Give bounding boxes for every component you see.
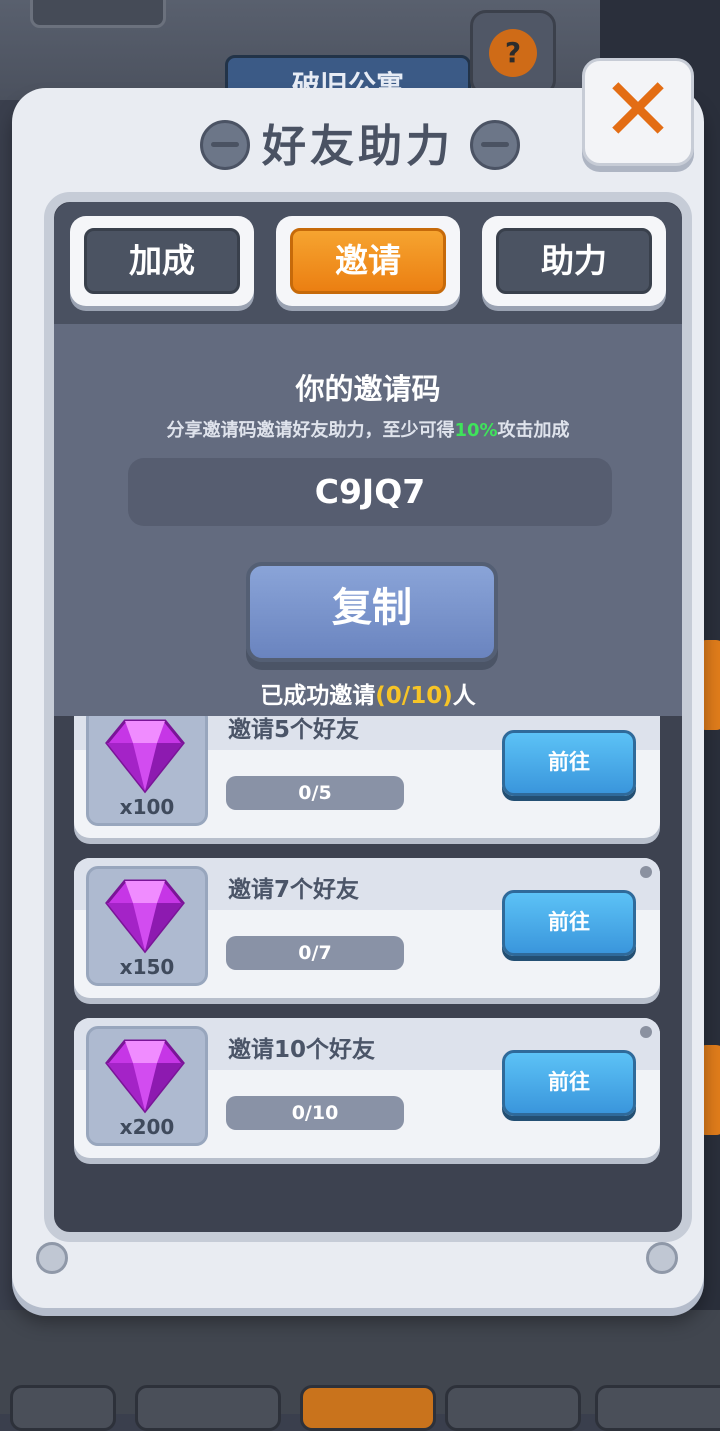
invite-code-display: C9JQ7 — [128, 458, 612, 526]
tab-label: 加成 — [84, 228, 240, 294]
bottom-nav-button — [595, 1385, 720, 1431]
close-icon: ✕ — [601, 58, 675, 161]
reward-progress-bar: 0/5 — [226, 776, 404, 810]
invite-description: 分享邀请码邀请好友助力，至少可得10%攻击加成 — [54, 416, 682, 442]
invite-code-heading: 你的邀请码 — [295, 372, 441, 406]
reward-quantity: x150 — [119, 955, 175, 979]
bottom-nav-button — [445, 1385, 581, 1431]
invited-prefix: 已成功邀请 — [260, 683, 376, 709]
reward-card: x200 邀请10个好友 0/10 前往 — [74, 1018, 660, 1158]
progress-text: 0/7 — [298, 942, 332, 964]
reward-progress-bar: 0/10 — [226, 1096, 404, 1130]
tab-assist[interactable]: 助力 — [482, 216, 666, 306]
reward-item: x150 — [86, 866, 208, 986]
reward-quantity: x100 — [119, 795, 175, 819]
reward-quantity: x200 — [119, 1115, 175, 1139]
go-button[interactable]: 前往 — [502, 890, 636, 956]
invite-bonus-percent: 10% — [454, 420, 498, 441]
tab-label: 邀请 — [290, 228, 446, 294]
reward-title: 邀请5个好友 — [228, 717, 360, 743]
reward-list[interactable]: x100 邀请5个好友 0/5 前往 x150 邀请7个好友 0/7 前往 x2… — [54, 716, 682, 1212]
invite-info-section: 你的邀请码 分享邀请码邀请好友助力，至少可得10%攻击加成 C9JQ7 复制 已… — [54, 324, 682, 716]
invited-suffix: 人 — [452, 683, 476, 709]
reward-card: x150 邀请7个好友 0/7 前往 — [74, 858, 660, 998]
reward-title: 邀请10个好友 — [228, 1037, 376, 1063]
dialog-content: 加成 邀请 助力 你的邀请码 分享邀请码邀请好友助力，至少可得10%攻击加成 C… — [44, 192, 692, 1242]
invite-description-prefix: 分享邀请码邀请好友助力，至少可得 — [166, 420, 455, 441]
reward-item: x100 — [86, 716, 208, 826]
tab-invite[interactable]: 邀请 — [276, 216, 460, 306]
reward-title: 邀请7个好友 — [228, 877, 360, 903]
bottom-nav-button — [10, 1385, 116, 1431]
help-button[interactable]: ? — [470, 10, 556, 96]
gem-icon — [105, 719, 185, 794]
tab-bar: 加成 邀请 助力 — [54, 202, 682, 324]
reward-progress-bar: 0/7 — [226, 936, 404, 970]
gem-icon — [105, 1039, 185, 1114]
close-button[interactable]: ✕ — [582, 58, 694, 166]
help-icon: ? — [489, 29, 537, 77]
invited-count-line: 已成功邀请(0/10)人 — [54, 676, 682, 710]
bolt-decoration — [646, 1242, 678, 1274]
go-button[interactable]: 前往 — [502, 1050, 636, 1116]
progress-text: 0/10 — [291, 1102, 339, 1124]
background-counter — [30, 0, 166, 28]
card-dot — [640, 1026, 652, 1038]
progress-text: 0/5 — [298, 782, 332, 804]
gem-icon — [105, 879, 185, 954]
bolt-decoration — [36, 1242, 68, 1274]
bottom-nav-button — [135, 1385, 281, 1431]
reward-card: x100 邀请5个好友 0/5 前往 — [74, 716, 660, 838]
go-button[interactable]: 前往 — [502, 730, 636, 796]
friend-assist-dialog: 好友助力 加成 邀请 助力 你的邀请码 分享邀请码邀请好友助力，至少可得10%攻… — [12, 88, 704, 1308]
bottom-nav-button — [300, 1385, 436, 1431]
reward-item: x200 — [86, 1026, 208, 1146]
invited-count: (0/10) — [375, 683, 453, 709]
tab-label: 助力 — [496, 228, 652, 294]
copy-button[interactable]: 复制 — [246, 562, 498, 662]
card-dot — [640, 866, 652, 878]
invite-description-suffix: 攻击加成 — [497, 420, 570, 441]
tab-bonus[interactable]: 加成 — [70, 216, 254, 306]
